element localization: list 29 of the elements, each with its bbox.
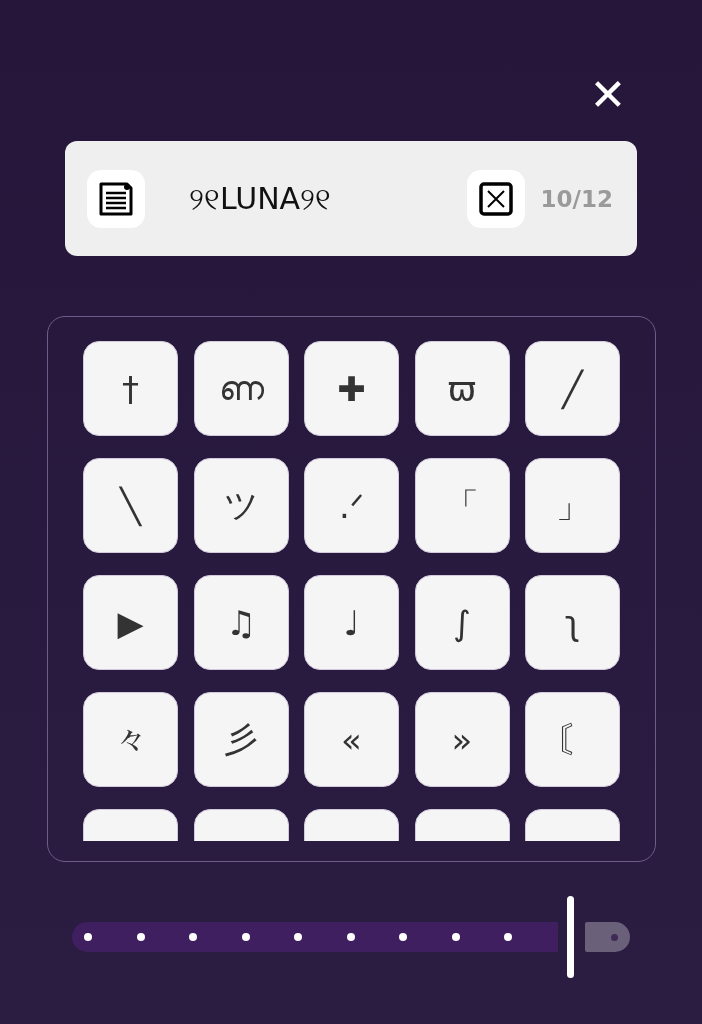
symbol-key[interactable]: 彡: [193, 692, 289, 787]
slider-handle[interactable]: [567, 896, 575, 978]
symbol-key[interactable]: ʅ: [525, 575, 620, 670]
symbol-key[interactable]: †: [83, 341, 178, 436]
symbol-key[interactable]: 々: [83, 692, 178, 787]
clear-button[interactable]: [466, 169, 525, 228]
name-input-field[interactable]: ୨୧LUNA୨୧: [145, 181, 467, 216]
symbol-key[interactable]: ണ: [193, 341, 289, 436]
symbol-key[interactable]: ▶: [83, 575, 178, 670]
close-button[interactable]: ✕: [586, 72, 630, 118]
symbol-key[interactable]: ϖ: [414, 341, 510, 436]
symbol-key[interactable]: ✚: [304, 341, 399, 436]
slider-track: [585, 922, 630, 952]
notes-button[interactable]: [87, 169, 145, 228]
symbol-key[interactable]: ╲: [83, 458, 178, 553]
symbol-key[interactable]: ╱: [525, 341, 620, 436]
symbol-key[interactable]: 〘: [525, 692, 620, 787]
symbol-key[interactable]: ∫: [414, 575, 510, 670]
symbol-key[interactable]: 」: [525, 458, 620, 553]
symbol-key[interactable]: ♩: [304, 575, 399, 670]
symbol-key[interactable]: 「: [414, 458, 510, 553]
symbol-key[interactable]: ♫: [193, 575, 289, 670]
character-count: 10/12: [540, 185, 613, 212]
symbol-key[interactable]: ツ: [193, 458, 289, 553]
slider[interactable]: [72, 896, 630, 978]
crossed-box-icon: [478, 181, 513, 216]
symbol-key[interactable]: .ᐟ: [304, 458, 399, 553]
symbol-key[interactable]: »: [414, 692, 510, 787]
symbol-key[interactable]: «: [304, 692, 399, 787]
